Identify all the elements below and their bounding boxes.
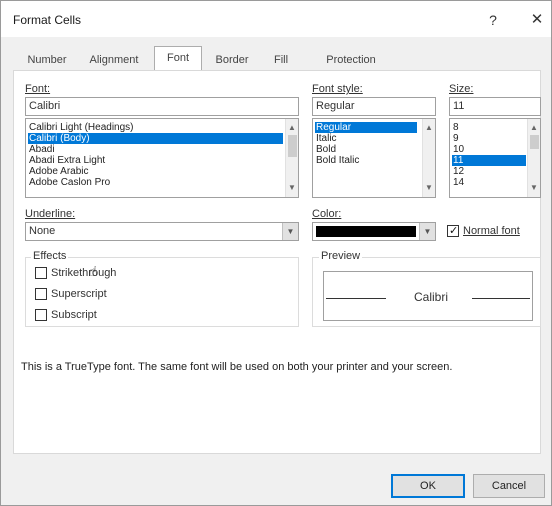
title-bar: Format Cells ? ✕ xyxy=(1,1,551,37)
font-input[interactable]: Calibri xyxy=(25,97,299,116)
font-label: Font: xyxy=(25,83,51,95)
subscript-checkbox[interactable] xyxy=(35,309,47,321)
help-button[interactable]: ? xyxy=(481,9,505,31)
subscript-label[interactable]: Subscript xyxy=(51,309,97,321)
size-listbox[interactable]: 8 9 10 11 12 14 ▲ ▼ xyxy=(449,118,541,198)
size-item[interactable]: 9 xyxy=(452,133,526,144)
tab-font[interactable]: Font xyxy=(154,46,202,71)
color-swatch xyxy=(316,226,416,237)
font-style-input[interactable]: Regular xyxy=(312,97,436,116)
font-scrollbar[interactable]: ▲ ▼ xyxy=(285,119,298,197)
preview-baseline-left xyxy=(326,298,386,299)
superscript-checkbox[interactable] xyxy=(35,288,47,300)
underline-select[interactable]: None ▼ xyxy=(25,222,299,241)
format-cells-dialog: Format Cells ? ✕ Number Alignment Font B… xyxy=(0,0,552,506)
color-select[interactable]: ▼ xyxy=(312,222,436,241)
color-label: Color: xyxy=(312,208,342,220)
size-item[interactable]: 10 xyxy=(452,144,526,155)
scroll-down-icon[interactable]: ▼ xyxy=(530,183,538,193)
preview-baseline-right xyxy=(472,298,530,299)
scroll-down-icon[interactable]: ▼ xyxy=(425,183,433,193)
font-style-listbox[interactable]: Regular Italic Bold Bold Italic ▲ ▼ xyxy=(312,118,436,198)
normal-font-label[interactable]: Normal font xyxy=(463,225,520,237)
tab-fill[interactable]: Fill xyxy=(266,49,296,71)
scroll-thumb[interactable] xyxy=(288,135,297,157)
font-style-item[interactable]: Bold Italic xyxy=(315,155,417,166)
font-list-item[interactable]: Calibri Light (Headings) xyxy=(28,122,283,133)
strikethrough-label[interactable]: Strikethrough xyxy=(51,267,116,279)
font-style-label: Font style: xyxy=(312,83,363,95)
underline-value: None xyxy=(29,225,56,237)
tab-alignment[interactable]: Alignment xyxy=(79,49,149,71)
scroll-up-icon[interactable]: ▲ xyxy=(288,123,296,133)
font-list-item[interactable]: Abadi Extra Light xyxy=(28,155,283,166)
chevron-down-icon[interactable]: ▼ xyxy=(419,223,435,240)
font-style-item[interactable]: Bold xyxy=(315,144,417,155)
ok-button[interactable]: OK xyxy=(391,474,465,498)
size-label: Size: xyxy=(449,83,474,95)
font-style-item-selected[interactable]: Regular xyxy=(315,122,417,133)
chevron-down-icon[interactable]: ▼ xyxy=(282,223,298,240)
scroll-up-icon[interactable]: ▲ xyxy=(530,123,538,133)
scroll-down-icon[interactable]: ▼ xyxy=(288,183,296,193)
dialog-title: Format Cells xyxy=(13,13,82,27)
underline-label: Underline: xyxy=(25,208,76,220)
size-item[interactable]: 12 xyxy=(452,166,526,177)
preview-box: Calibri xyxy=(323,271,533,321)
font-list-item-selected[interactable]: Calibri (Body) xyxy=(28,133,283,144)
superscript-label[interactable]: Superscript xyxy=(51,288,107,300)
tab-number[interactable]: Number xyxy=(19,49,75,71)
tab-border[interactable]: Border xyxy=(206,49,258,71)
font-list-item[interactable]: Adobe Caslon Pro xyxy=(28,177,283,188)
size-item[interactable]: 8 xyxy=(452,122,526,133)
font-list-item[interactable]: Adobe Arabic xyxy=(28,166,283,177)
font-style-item[interactable]: Italic xyxy=(315,133,417,144)
font-list-item[interactable]: Abadi xyxy=(28,144,283,155)
size-scrollbar[interactable]: ▲ ▼ xyxy=(527,119,540,197)
strikethrough-checkbox[interactable] xyxy=(35,267,47,279)
font-style-scrollbar[interactable]: ▲ ▼ xyxy=(422,119,435,197)
scroll-up-icon[interactable]: ▲ xyxy=(425,123,433,133)
size-item-selected[interactable]: 11 xyxy=(452,155,526,166)
font-note: This is a TrueType font. The same font w… xyxy=(21,361,453,373)
size-item[interactable]: 14 xyxy=(452,177,526,188)
normal-font-checkbox[interactable] xyxy=(447,224,459,237)
cancel-button[interactable]: Cancel xyxy=(473,474,545,498)
mouse-cursor-icon: ☝ xyxy=(89,263,98,279)
effects-title: Effects xyxy=(31,250,69,262)
font-listbox[interactable]: Calibri Light (Headings) Calibri (Body) … xyxy=(25,118,299,198)
scroll-thumb[interactable] xyxy=(530,135,539,149)
close-button[interactable]: ✕ xyxy=(525,9,549,31)
preview-sample: Calibri xyxy=(414,290,449,304)
size-input[interactable]: 11 xyxy=(449,97,541,116)
preview-title: Preview xyxy=(319,250,363,262)
tab-protection[interactable]: Protection xyxy=(315,49,387,71)
